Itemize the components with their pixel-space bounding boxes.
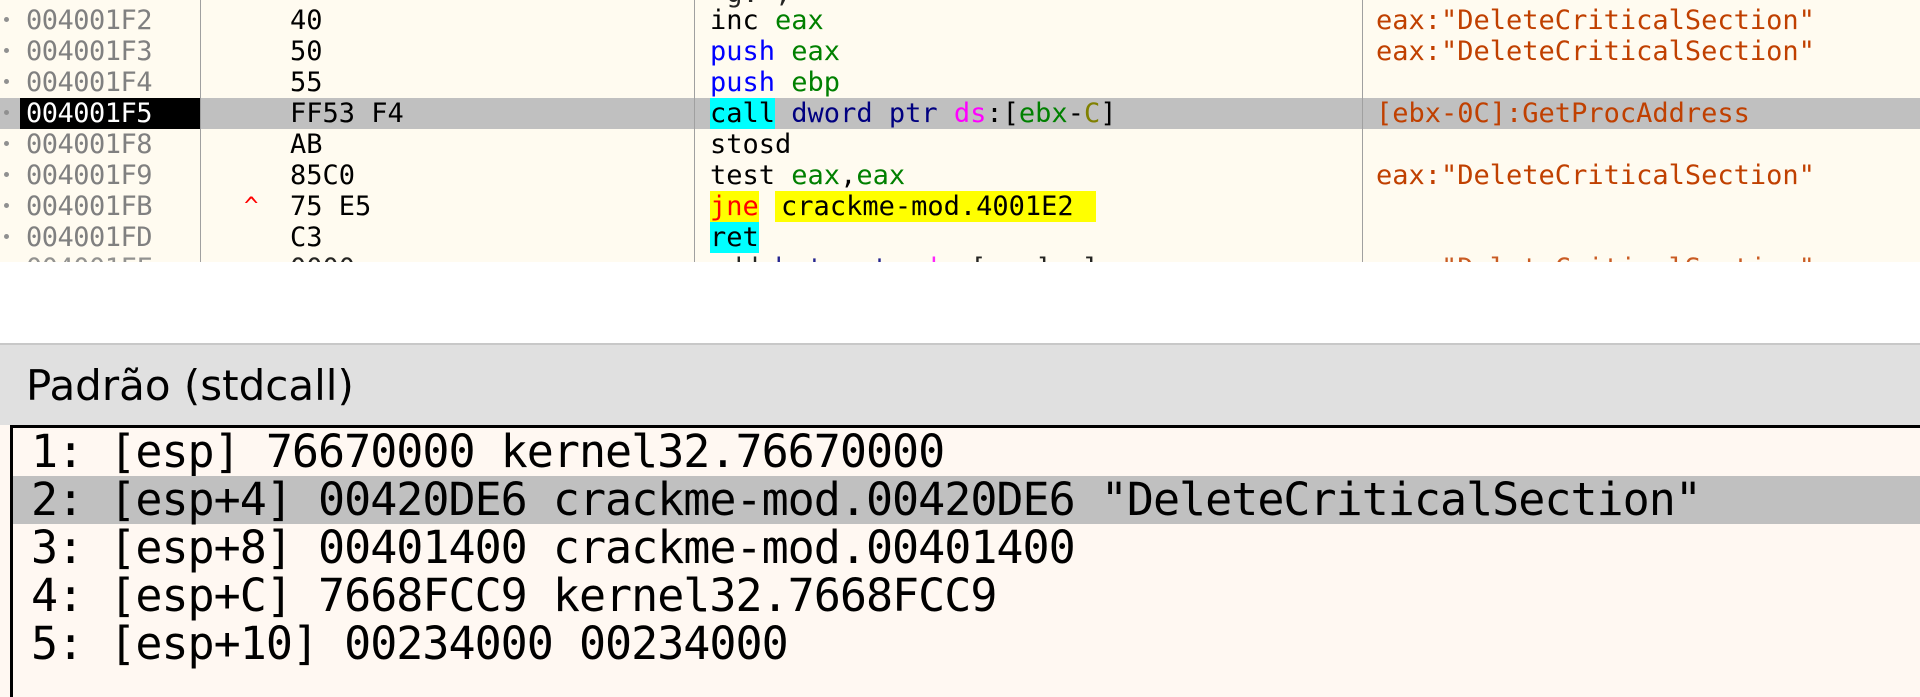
disasm-row-selected[interactable]: 004001F5 FF53 F4 call dword ptr ds:[ebx-…: [0, 98, 1920, 129]
mnemonic: stosd: [710, 129, 792, 160]
instruction: inc eax: [710, 5, 824, 36]
comment: [ebx-0C]:GetProcAddress: [1376, 98, 1750, 129]
operand-bracket-close: ],al: [1035, 253, 1100, 262]
operand-colon: :: [954, 253, 970, 262]
column-divider[interactable]: [694, 0, 695, 262]
mnemonic: push: [710, 67, 776, 98]
address: 004001F2: [26, 5, 153, 36]
instruction: stosd: [710, 129, 791, 160]
operand-register: eax: [791, 160, 841, 191]
mnemonic: push: [710, 36, 776, 67]
column-divider[interactable]: [200, 0, 201, 262]
disasm-row[interactable]: 004001F3 50 push eax eax:"DeleteCritical…: [0, 36, 1920, 67]
disasm-row[interactable]: 004001F2 40 inc eax eax:"DeleteCriticalS…: [0, 5, 1920, 36]
disasm-row[interactable]: 004001F8 AB stosd: [0, 129, 1920, 160]
mnemonic: ret: [710, 222, 759, 253]
breakpoint-gutter[interactable]: [0, 253, 20, 262]
breakpoint-gutter[interactable]: [0, 160, 20, 191]
mnemonic: jne: [710, 191, 759, 222]
address: 004001F9: [26, 160, 153, 191]
instruction: call dword ptr ds:[ebx-C]: [710, 98, 1117, 129]
argument-row[interactable]: 4: [esp+C] 7668FCC9 kernel32.7668FCC9: [13, 572, 1920, 620]
instruction: jne crackme-mod.4001E2: [710, 191, 1096, 222]
instruction: push ebp: [710, 67, 840, 98]
comment: eax:"DeleteCriticalSection": [1376, 253, 1815, 262]
operand-bracket-open: [: [1002, 98, 1019, 129]
operand-bracket-close: ]: [1100, 98, 1117, 129]
operand-size: dword ptr: [791, 98, 938, 129]
address: 004001F3: [26, 36, 153, 67]
breakpoint-gutter[interactable]: [0, 36, 20, 67]
bytes: C3: [290, 222, 323, 253]
disassembly-view[interactable]: -g. , 004001F2 40 inc eax eax:"DeleteCri…: [0, 0, 1920, 262]
disasm-row[interactable]: 004001FB ^ 75 E5 jne crackme-mod.4001E2: [0, 191, 1920, 222]
operand-register: eax: [856, 160, 906, 191]
mnemonic: test: [710, 160, 776, 191]
instruction: add byte ptr ds:[eax],al: [710, 253, 1100, 262]
bytes: 55: [290, 67, 323, 98]
bytes: 50: [290, 36, 323, 67]
jump-up-arrow-icon[interactable]: ^: [244, 191, 258, 222]
breakpoint-gutter[interactable]: [0, 98, 20, 129]
calling-convention-selector[interactable]: Padrão (stdcall): [0, 343, 1920, 425]
operand-colon: :: [986, 98, 1003, 129]
bytes: 75 E5: [290, 191, 372, 222]
operand-bracket-open: [: [970, 253, 986, 262]
arguments-pane: Padrão (stdcall) 1: [esp] 76670000 kerne…: [0, 343, 1920, 697]
disasm-row-partial-bottom[interactable]: 004001FF 0000 add byte ptr ds:[eax],al e…: [0, 253, 1920, 262]
operand-separator: ,: [840, 160, 857, 191]
operand-register: eax: [986, 253, 1035, 262]
comment: eax:"DeleteCriticalSection": [1376, 36, 1815, 67]
operand-register: eax: [775, 5, 824, 36]
mnemonic: inc: [710, 5, 759, 36]
arguments-list[interactable]: 1: [esp] 76670000 kernel32.76670000 2: […: [10, 425, 1920, 697]
argument-row-selected[interactable]: 2: [esp+4] 00420DE6 crackme-mod.00420DE6…: [13, 476, 1920, 524]
bytes: AB: [290, 129, 323, 160]
bytes: FF53 F4: [290, 98, 404, 129]
argument-row[interactable]: 3: [esp+8] 00401400 crackme-mod.00401400: [13, 524, 1920, 572]
comment: eax:"DeleteCriticalSection": [1376, 5, 1815, 36]
breakpoint-gutter[interactable]: [0, 5, 20, 36]
instruction: test eax,eax: [710, 160, 905, 191]
address: 004001FB: [26, 191, 153, 222]
address: 004001FD: [26, 222, 153, 253]
calling-convention-label: Padrão (stdcall): [26, 361, 354, 410]
comment: eax:"DeleteCriticalSection": [1376, 160, 1815, 191]
breakpoint-gutter[interactable]: [0, 191, 20, 222]
disasm-row[interactable]: 004001FD C3 ret: [0, 222, 1920, 253]
disasm-row[interactable]: 004001F4 55 push ebp: [0, 67, 1920, 98]
bytes: 0000: [290, 253, 355, 262]
column-divider[interactable]: [1362, 0, 1363, 262]
operand-register: ebx: [1018, 98, 1068, 129]
address: 004001FF: [20, 253, 200, 262]
breakpoint-gutter[interactable]: [0, 129, 20, 160]
operand-register: ebp: [791, 67, 841, 98]
instruction: push eax: [710, 36, 840, 67]
address: 004001F8: [26, 129, 153, 160]
disasm-row[interactable]: 004001F9 85C0 test eax,eax eax:"DeleteCr…: [0, 160, 1920, 191]
bytes: 40: [290, 5, 323, 36]
operand-size: byte ptr: [775, 253, 905, 262]
bytes: 85C0: [290, 160, 356, 191]
address: 004001F4: [26, 67, 153, 98]
instruction: ret: [710, 222, 759, 253]
argument-row[interactable]: 1: [esp] 76670000 kernel32.76670000: [13, 428, 1920, 476]
mnemonic: call: [710, 98, 776, 129]
breakpoint-gutter[interactable]: [0, 222, 20, 253]
operand-register: eax: [791, 36, 841, 67]
mnemonic: add: [710, 253, 759, 262]
operand-segment: ds: [921, 253, 954, 262]
breakpoint-gutter[interactable]: [0, 67, 20, 98]
operand-segment: ds: [953, 98, 987, 129]
jump-target[interactable]: crackme-mod.4001E2: [775, 191, 1096, 222]
operand-number: C: [1083, 98, 1101, 129]
argument-row[interactable]: 5: [esp+10] 00234000 00234000: [13, 620, 1920, 668]
operand-minus: -: [1067, 98, 1084, 129]
address-current: 004001F5: [20, 98, 200, 129]
